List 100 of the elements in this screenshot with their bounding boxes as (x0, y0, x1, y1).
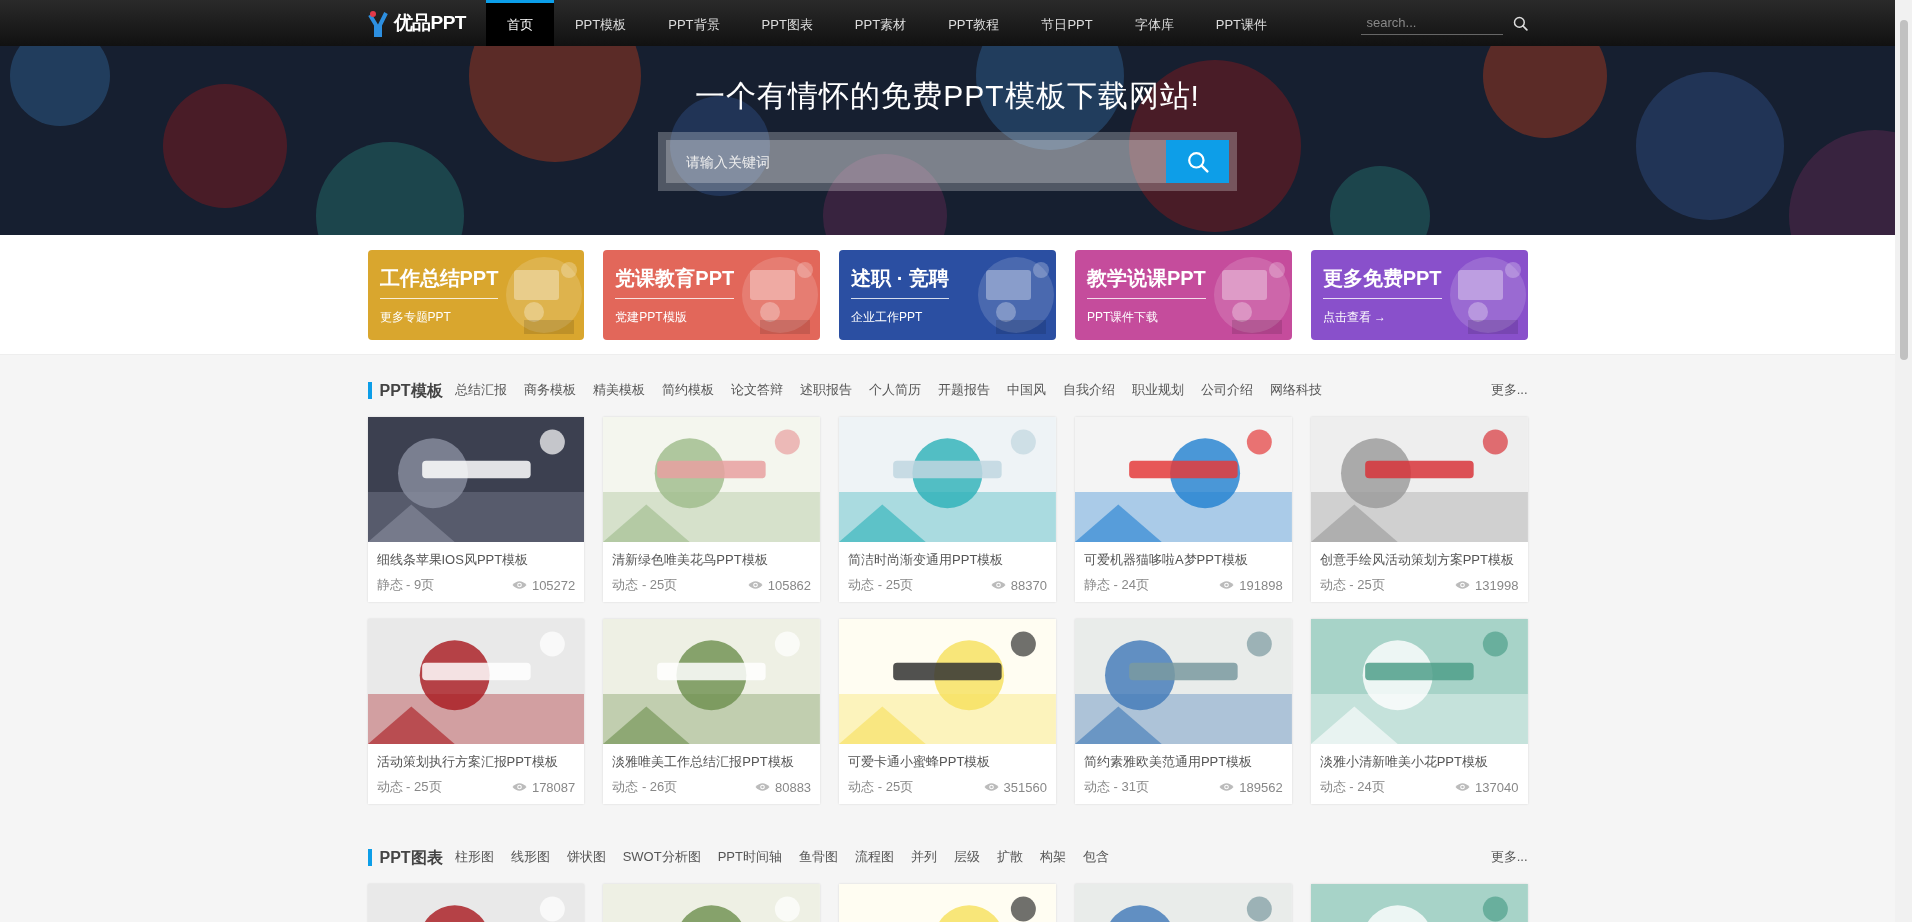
eye-icon (511, 782, 527, 792)
scrollbar[interactable] (1895, 0, 1912, 922)
template-meta: 动态 - 24页 (1319, 778, 1385, 796)
eye-icon (511, 580, 527, 590)
promo-banner[interactable]: 更多免费PPT 点击查看 → (1310, 250, 1528, 340)
nav-link[interactable]: PPT素材 (833, 0, 928, 46)
template-title: 简约素雅欧美范通用PPT模板 (1083, 753, 1254, 771)
search-icon (1186, 150, 1209, 173)
nav-link[interactable]: 节日PPT (1020, 0, 1114, 46)
logo-icon (367, 9, 390, 37)
view-count: 105862 (767, 577, 812, 593)
category-link[interactable]: 个人简历 (868, 381, 921, 399)
category-link[interactable]: 包含 (1082, 848, 1109, 866)
section-title: PPT图表 (367, 848, 443, 866)
search-button[interactable] (1512, 15, 1528, 31)
template-meta: 静态 - 9页 (376, 576, 435, 594)
eye-icon (747, 580, 763, 590)
eye-icon (1219, 580, 1235, 590)
nav-link[interactable]: 首页 (485, 0, 554, 46)
template-title: 创意手绘风活动策划方案PPT模板 (1319, 551, 1515, 569)
category-link[interactable]: 总结汇报 (454, 381, 507, 399)
nav-link[interactable]: PPT模板 (553, 0, 648, 46)
template-card[interactable]: 简洁时尚渐变通用PPT模板 动态 - 25页 88370 (839, 417, 1056, 602)
eye-icon (990, 580, 1006, 590)
template-title: 细线条苹果IOS风PPT模板 (376, 551, 530, 569)
template-meta: 动态 - 25页 (848, 778, 914, 796)
category-link[interactable]: 开题报告 (937, 381, 990, 399)
category-link[interactable]: 中国风 (1006, 381, 1046, 399)
category-link[interactable]: 自我介绍 (1062, 381, 1115, 399)
category-link[interactable]: PPT时间轴 (717, 848, 782, 866)
nav-link[interactable]: PPT图表 (740, 0, 834, 46)
category-link[interactable]: 论文答辩 (730, 381, 783, 399)
template-card[interactable]: 淡雅小清新唯美小花PPT模板 动态 - 24页 137040 (1310, 619, 1528, 804)
section-title: PPT模板 (367, 381, 443, 399)
banner-title: 工作总结PPT (379, 264, 499, 299)
nav-link[interactable]: PPT背景 (647, 0, 741, 46)
template-title: 活动策划执行方案汇报PPT模板 (376, 753, 559, 771)
category-link[interactable]: 商务模板 (523, 381, 576, 399)
eye-icon (754, 782, 770, 792)
eye-icon (1455, 782, 1471, 792)
search-icon (1512, 15, 1528, 31)
template-meta: 静态 - 24页 (1083, 576, 1149, 594)
view-count: 88370 (1010, 577, 1047, 593)
category-link[interactable]: 网络科技 (1269, 381, 1322, 399)
template-title: 淡雅唯美工作总结汇报PPT模板 (612, 753, 795, 771)
view-count: 178087 (531, 779, 576, 795)
template-meta: 动态 - 31页 (1083, 778, 1149, 796)
template-card[interactable]: 细线条苹果IOS风PPT模板 静态 - 9页 105272 (367, 417, 585, 602)
nav-link[interactable]: PPT课件 (1194, 0, 1289, 46)
template-meta: 动态 - 26页 (612, 778, 678, 796)
category-link[interactable]: SWOT分析图 (622, 848, 701, 866)
template-meta: 动态 - 25页 (612, 576, 678, 594)
template-card[interactable]: 活动策划执行方案汇报PPT模板 动态 - 25页 178087 (367, 619, 585, 804)
category-link[interactable]: 线形图 (510, 848, 550, 866)
view-count: 191898 (1239, 577, 1283, 593)
category-link[interactable]: 扩散 (996, 848, 1023, 866)
template-card[interactable]: 清新绿色唯美花鸟PPT模板 动态 - 25页 105862 (603, 417, 821, 602)
banner-subtitle: 党建PPT模版 (615, 308, 687, 326)
site-logo[interactable]: 优品PPT (393, 10, 466, 36)
category-link[interactable]: 简约模板 (661, 381, 714, 399)
category-link[interactable]: 精美模板 (592, 381, 645, 399)
template-card[interactable]: 可爱机器猫哆啦A梦PPT模板 静态 - 24页 191898 (1074, 417, 1292, 602)
view-count: 351560 (1003, 779, 1047, 795)
promo-banner[interactable]: 教学说课PPT PPT课件下载 (1074, 250, 1292, 340)
eye-icon (1219, 782, 1235, 792)
category-link[interactable]: 流程图 (854, 848, 894, 866)
template-card[interactable]: 创意手绘风活动策划方案PPT模板 动态 - 25页 131998 (1310, 417, 1528, 602)
nav-link[interactable]: PPT教程 (927, 0, 1021, 46)
category-link[interactable]: 构架 (1039, 848, 1066, 866)
eye-icon (983, 782, 999, 792)
banner-title: 述职 · 竞聘 (851, 264, 949, 299)
view-count: 80883 (774, 779, 812, 795)
banner-subtitle: 企业工作PPT (851, 308, 923, 326)
category-link[interactable]: 公司介绍 (1200, 381, 1253, 399)
search-field[interactable]: search... (1360, 11, 1503, 35)
category-link[interactable]: 柱形图 (454, 848, 494, 866)
category-link[interactable]: 职业规划 (1131, 381, 1184, 399)
template-card[interactable]: 简约素雅欧美范通用PPT模板 动态 - 31页 189562 (1074, 619, 1292, 804)
eye-icon (1455, 580, 1471, 590)
category-link[interactable]: 并列 (910, 848, 937, 866)
template-title: 可爱机器猫哆啦A梦PPT模板 (1083, 551, 1249, 569)
template-meta: 动态 - 25页 (1319, 576, 1385, 594)
category-link[interactable]: 饼状图 (566, 848, 606, 866)
view-count: 189562 (1239, 779, 1283, 795)
template-title: 清新绿色唯美花鸟PPT模板 (612, 551, 769, 569)
promo-banner[interactable]: 述职 · 竞聘 企业工作PPT (839, 250, 1056, 340)
banner-subtitle: 点击查看 → (1322, 308, 1387, 326)
view-count: 137040 (1475, 779, 1519, 795)
template-meta: 动态 - 25页 (848, 576, 914, 594)
more-link[interactable]: 更多... (1490, 848, 1528, 866)
template-card[interactable]: 可爱卡通小蜜蜂PPT模板 动态 - 25页 351560 (839, 619, 1056, 804)
banner-subtitle: PPT课件下载 (1086, 308, 1159, 326)
view-count: 131998 (1475, 577, 1519, 593)
template-card[interactable]: 淡雅唯美工作总结汇报PPT模板 动态 - 26页 80883 (603, 619, 821, 804)
view-count: 105272 (531, 577, 576, 593)
category-link[interactable]: 鱼骨图 (798, 848, 838, 866)
category-link[interactable]: 层级 (953, 848, 980, 866)
category-link[interactable]: 述职报告 (799, 381, 852, 399)
nav-link[interactable]: 字体库 (1113, 0, 1195, 46)
more-link[interactable]: 更多... (1490, 381, 1528, 399)
